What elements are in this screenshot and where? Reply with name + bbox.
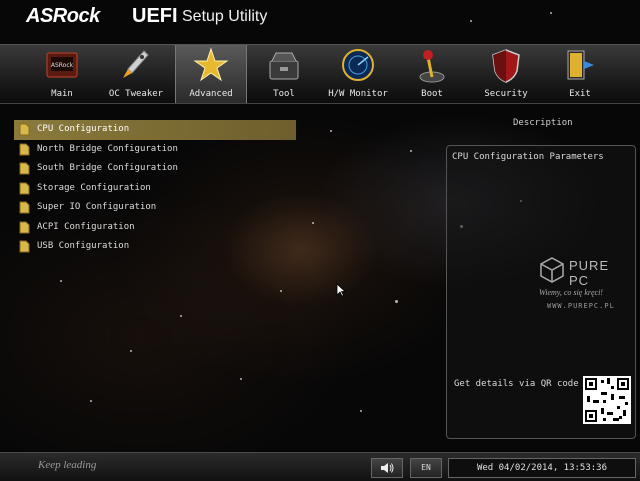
menu-item-storage-configuration[interactable]: Storage Configuration: [14, 179, 296, 199]
main-tab-bar: ASRock Main OC Tweaker Advanced Tool H/W: [0, 44, 640, 104]
folder-icon: [19, 182, 30, 194]
menu-item-label: USB Configuration: [37, 241, 130, 251]
brand-logo: ASRock: [26, 5, 100, 27]
tab-exit[interactable]: Exit: [545, 45, 615, 103]
datetime-display: Wed 04/02/2014, 13:53:36: [448, 458, 636, 478]
mouse-cursor-icon: [336, 283, 346, 297]
keep-leading-slogan: Keep leading: [38, 459, 97, 471]
tab-oc-tweaker-label: OC Tweaker: [108, 89, 164, 99]
menu-item-label: CPU Configuration: [37, 124, 130, 134]
star-icon: [193, 47, 229, 82]
product-name: UEFI: [132, 5, 178, 27]
tab-boot-label: Boot: [421, 89, 443, 99]
folder-icon: [19, 201, 30, 214]
purepc-watermark: PURE PC Wiemy, co się kręci! WWW.PUREPC.…: [539, 254, 629, 314]
tab-advanced[interactable]: Advanced: [175, 45, 247, 103]
menu-item-label: South Bridge Configuration: [37, 163, 178, 173]
description-text: CPU Configuration Parameters: [452, 152, 604, 162]
tab-main-label: Main: [51, 89, 73, 99]
radar-icon: [342, 49, 374, 81]
watermark-slogan: Wiemy, co się kręci!: [539, 288, 603, 297]
volume-button[interactable]: [371, 458, 403, 478]
watermark-logo-text: PURE PC: [569, 258, 610, 288]
watermark-url: WWW.PUREPC.PL: [547, 302, 615, 310]
status-bar: Keep leading EN Wed 04/02/2014, 13:53:36: [0, 452, 640, 481]
folder-icon: [19, 123, 30, 136]
menu-item-super-io-configuration[interactable]: Super IO Configuration: [14, 198, 296, 218]
folder-icon: [19, 221, 30, 233]
menu-item-usb-configuration[interactable]: USB Configuration: [14, 237, 296, 257]
exit-door-icon: [567, 50, 594, 80]
menu-item-label: Super IO Configuration: [37, 202, 157, 212]
description-panel: CPU Configuration Parameters PURE PC Wie…: [446, 145, 636, 439]
menu-item-cpu-configuration[interactable]: CPU Configuration: [14, 120, 296, 140]
folder-icon: [19, 162, 30, 175]
qr-code-icon: [583, 376, 631, 424]
description-heading: Description: [513, 118, 573, 128]
rocket-icon: [123, 50, 149, 78]
product-subtitle: Setup Utility: [182, 8, 268, 25]
title-bar: ASRock UEFI Setup Utility: [0, 0, 640, 44]
shield-icon: [492, 49, 520, 83]
menu-item-north-bridge-configuration[interactable]: North Bridge Configuration: [14, 140, 296, 160]
toolbox-icon: [269, 52, 299, 80]
menu-item-label: Storage Configuration: [37, 182, 151, 193]
qr-code-label: Get details via QR code: [454, 379, 579, 389]
main-icon: ASRock: [46, 52, 78, 78]
tab-hw-monitor[interactable]: H/W Monitor: [323, 45, 393, 103]
tab-security-label: Security: [484, 89, 528, 99]
menu-item-label: ACPI Configuration: [37, 221, 135, 232]
advanced-menu-list: CPU Configuration North Bridge Configura…: [14, 120, 296, 257]
menu-item-south-bridge-configuration[interactable]: South Bridge Configuration: [14, 159, 296, 179]
tab-hw-monitor-label: H/W Monitor: [328, 89, 388, 99]
cube-logo-icon: [540, 257, 564, 283]
tab-main[interactable]: ASRock Main: [27, 45, 97, 103]
tab-oc-tweaker[interactable]: OC Tweaker: [101, 45, 171, 103]
tab-boot[interactable]: Boot: [397, 45, 467, 103]
language-button[interactable]: EN: [410, 458, 442, 478]
joystick-icon: [419, 50, 445, 83]
tab-exit-label: Exit: [569, 89, 591, 99]
speaker-icon: [381, 463, 394, 473]
menu-item-acpi-configuration[interactable]: ACPI Configuration: [14, 218, 296, 238]
folder-icon: [19, 143, 30, 155]
tab-security[interactable]: Security: [471, 45, 541, 103]
svg-text:ASRock: ASRock: [51, 62, 74, 69]
folder-icon: [19, 240, 30, 253]
menu-item-label: North Bridge Configuration: [37, 143, 178, 154]
tab-tool[interactable]: Tool: [249, 45, 319, 103]
tab-advanced-label: Advanced: [189, 89, 233, 99]
tab-tool-label: Tool: [273, 89, 295, 99]
